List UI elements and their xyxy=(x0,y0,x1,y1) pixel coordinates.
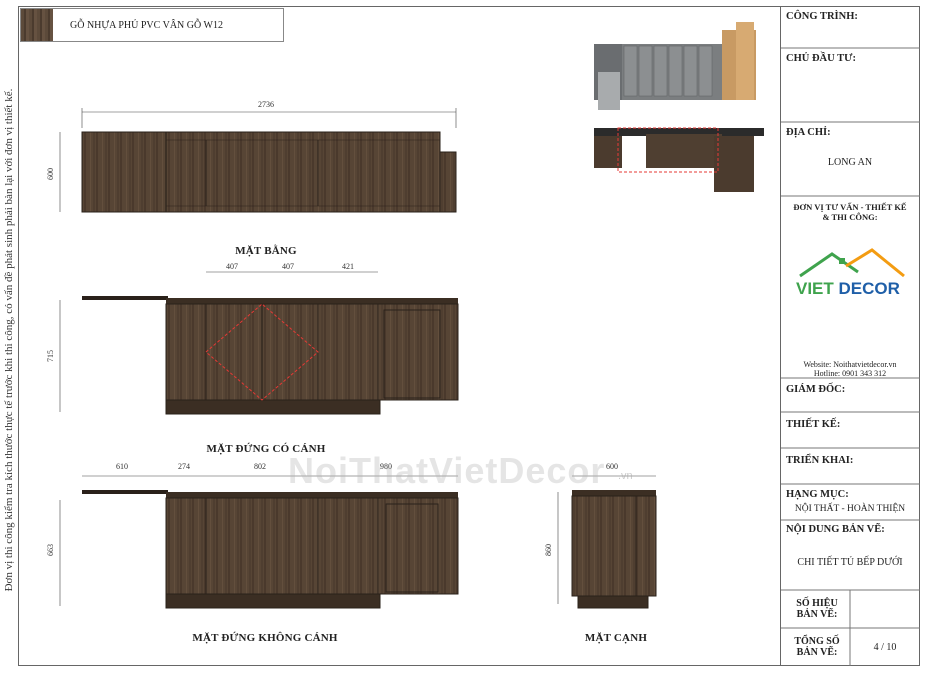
hotline: Hotline: 0901 343 312 xyxy=(813,369,887,378)
total-label: TỔNG SỐ BẢN VẼ: xyxy=(794,636,840,658)
logo-text: VIET DECOR xyxy=(796,279,900,299)
kitchen-3d-thumbnail xyxy=(594,22,764,192)
elevation-no-doors-view xyxy=(59,475,459,609)
plan-width-dim: 2736 xyxy=(258,100,274,109)
total-value: 4 / 10 xyxy=(873,642,897,653)
door-width-1: 407 xyxy=(226,262,238,271)
logo-decor: DECOR xyxy=(838,279,900,298)
plan-depth-dim: 600 xyxy=(46,168,55,180)
plan-caption: MẶT BẰNG xyxy=(235,245,297,257)
span-width-2: 274 xyxy=(178,462,190,471)
side-width-dim: 600 xyxy=(606,462,618,471)
watermark: NoiThatVietDecor xyxy=(288,450,606,491)
elevation-doors-view xyxy=(59,271,459,415)
content-label: NỘI DUNG BẢN VẼ: xyxy=(786,524,885,535)
content-value: CHI TIẾT TỦ BẾP DƯỚI xyxy=(797,557,903,568)
category-label: HẠNG MỤC: xyxy=(786,489,849,500)
side-view xyxy=(557,475,657,609)
door-width-2: 407 xyxy=(282,262,294,271)
doors-height-dim: 715 xyxy=(46,350,55,362)
watermark-suffix: .vn xyxy=(618,470,633,482)
logo-viet: VIET xyxy=(796,279,834,298)
director-label: GIÁM ĐỐC: xyxy=(786,384,846,395)
elevation-no-doors-caption: MẶT ĐỨNG KHÔNG CÁNH xyxy=(192,632,338,644)
side-caption: MẶT CẠNH xyxy=(584,632,648,644)
door-width-3: 421 xyxy=(342,262,354,271)
span-width-3: 802 xyxy=(254,462,266,471)
address-label: ĐỊA CHỈ: xyxy=(786,127,831,138)
website: Website: Noithatvietdecor.vn xyxy=(803,360,897,369)
project-label: CÔNG TRÌNH: xyxy=(786,11,858,22)
design-label: THIẾT KẾ: xyxy=(786,419,841,430)
deploy-label: TRIỂN KHAI: xyxy=(786,455,854,466)
consultant-label: ĐƠN VỊ TƯ VẤN - THIẾT KẾ & THI CÔNG: xyxy=(793,202,907,222)
plan-view xyxy=(59,108,457,213)
sheet-no-label: SỐ HIỆU BẢN VẼ: xyxy=(796,598,838,620)
address-value: LONG AN xyxy=(827,157,873,168)
span-width-1: 610 xyxy=(116,462,128,471)
side-height-dim: 860 xyxy=(544,544,553,556)
category-value: NỘI THẤT - HOÀN THIỆN xyxy=(794,504,906,514)
no-doors-height-dim: 663 xyxy=(46,544,55,556)
investor-label: CHỦ ĐẦU TƯ: xyxy=(786,53,856,64)
